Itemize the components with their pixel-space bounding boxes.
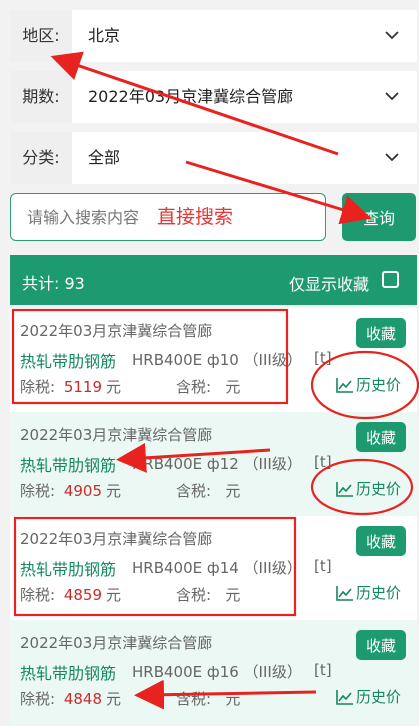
item-unit: [t] [314, 453, 332, 471]
inc-tax-label: 含税: [176, 690, 212, 708]
currency-label: 元 [106, 378, 122, 396]
ex-tax-label: 除税: [20, 586, 56, 604]
item-title: 2022年03月京津冀综合管廊 [20, 426, 213, 444]
period-value: 2022年03月京津冀综合管廊 [88, 87, 294, 106]
trend-chart-icon [336, 377, 353, 393]
item-inc-tax: 含税: 元 [176, 480, 240, 501]
item-name: 热轧带肋钢筋 [20, 664, 117, 683]
period-label: 期数: [10, 71, 72, 123]
favorite-button[interactable]: 收藏 [356, 422, 406, 452]
ex-tax-label: 除税: [20, 378, 56, 396]
item-inc-tax: 含税: 元 [176, 688, 240, 709]
result-count: 共计: 93 [22, 274, 85, 293]
item-ex-tax: 除税: 4859 元 [20, 584, 121, 605]
item-title: 2022年03月京津冀综合管廊 [20, 634, 213, 652]
history-price-button[interactable]: 历史价 [336, 686, 401, 707]
history-price-label: 历史价 [356, 688, 402, 706]
inc-tax-label: 含税: [176, 482, 212, 500]
trend-chart-icon [336, 481, 353, 497]
list-header: 共计: 93 仅显示收藏 [10, 255, 417, 305]
item-ex-tax: 除税: 4905 元 [20, 480, 121, 501]
item-title: 2022年03月京津冀综合管廊 [20, 530, 213, 548]
history-price-button[interactable]: 历史价 [336, 582, 401, 603]
trend-chart-icon [336, 689, 353, 705]
list-item[interactable]: 2022年03月京津冀综合管廊 热轧带肋钢筋 HRB400E ф14 （III级… [10, 516, 417, 620]
item-inc-tax: 含税: 元 [176, 376, 240, 397]
item-ex-tax: 除税: 5119 元 [20, 376, 121, 397]
ex-tax-price: 4848 [63, 690, 103, 708]
ex-tax-price: 4905 [63, 482, 103, 500]
favorite-button[interactable]: 收藏 [356, 630, 406, 660]
item-ex-tax: 除税: 4848 元 [20, 688, 121, 709]
item-name: 热轧带肋钢筋 [20, 456, 117, 475]
inc-tax-label: 含税: [176, 378, 212, 396]
item-spec: HRB400E ф16 （III级） [132, 663, 302, 681]
inc-tax-price: 元 [225, 378, 241, 396]
currency-label: 元 [106, 482, 122, 500]
history-price-button[interactable]: 历史价 [336, 374, 401, 395]
trend-chart-icon [336, 585, 353, 601]
inc-tax-price: 元 [225, 586, 241, 604]
category-value: 全部 [88, 148, 121, 167]
search-input[interactable] [27, 204, 307, 230]
fav-only-label: 仅显示收藏 [288, 275, 369, 294]
item-title: 2022年03月京津冀综合管廊 [20, 322, 213, 340]
item-unit: [t] [314, 349, 332, 367]
ex-tax-price: 5119 [63, 378, 103, 396]
history-price-label: 历史价 [356, 480, 402, 498]
period-select[interactable]: 期数: 2022年03月京津冀综合管廊 [10, 71, 417, 123]
currency-label: 元 [106, 690, 122, 708]
chevron-down-icon [385, 153, 399, 162]
item-unit: [t] [314, 661, 332, 679]
history-price-button[interactable]: 历史价 [336, 478, 401, 499]
history-price-label: 历史价 [356, 376, 402, 394]
list-item[interactable]: 2022年03月京津冀综合管廊 热轧带肋钢筋 HRB400E ф12 （III级… [10, 412, 417, 516]
ex-tax-label: 除税: [20, 482, 56, 500]
region-select[interactable]: 地区: 北京 [10, 10, 417, 62]
ex-tax-price: 4859 [63, 586, 103, 604]
list-item[interactable]: 2022年03月京津冀综合管廊 热轧带肋钢筋 HRB400E ф10 （III级… [10, 308, 417, 412]
fav-only-checkbox[interactable] [382, 271, 399, 288]
item-inc-tax: 含税: 元 [176, 584, 240, 605]
inc-tax-price: 元 [225, 690, 241, 708]
region-value: 北京 [88, 26, 121, 45]
item-name: 热轧带肋钢筋 [20, 560, 117, 579]
favorite-button[interactable]: 收藏 [356, 318, 406, 348]
favorite-button[interactable]: 收藏 [356, 526, 406, 556]
ex-tax-label: 除税: [20, 690, 56, 708]
region-label: 地区: [10, 10, 72, 62]
category-select[interactable]: 分类: 全部 [10, 132, 417, 184]
search-box: 直接搜索 [10, 193, 326, 241]
item-unit: [t] [314, 557, 332, 575]
chevron-down-icon [385, 92, 399, 101]
query-button[interactable]: 查询 [342, 193, 416, 241]
history-price-label: 历史价 [356, 584, 402, 602]
item-spec: HRB400E ф14 （III级） [132, 559, 302, 577]
chevron-down-icon [385, 31, 399, 40]
item-spec: HRB400E ф10 （III级） [132, 351, 302, 369]
item-name: 热轧带肋钢筋 [20, 352, 117, 371]
list-item[interactable]: 2022年03月京津冀综合管廊 热轧带肋钢筋 HRB400E ф16 （III级… [10, 620, 417, 724]
currency-label: 元 [106, 586, 122, 604]
inc-tax-label: 含税: [176, 586, 212, 604]
category-label: 分类: [10, 132, 72, 184]
item-spec: HRB400E ф12 （III级） [132, 455, 302, 473]
inc-tax-price: 元 [225, 482, 241, 500]
